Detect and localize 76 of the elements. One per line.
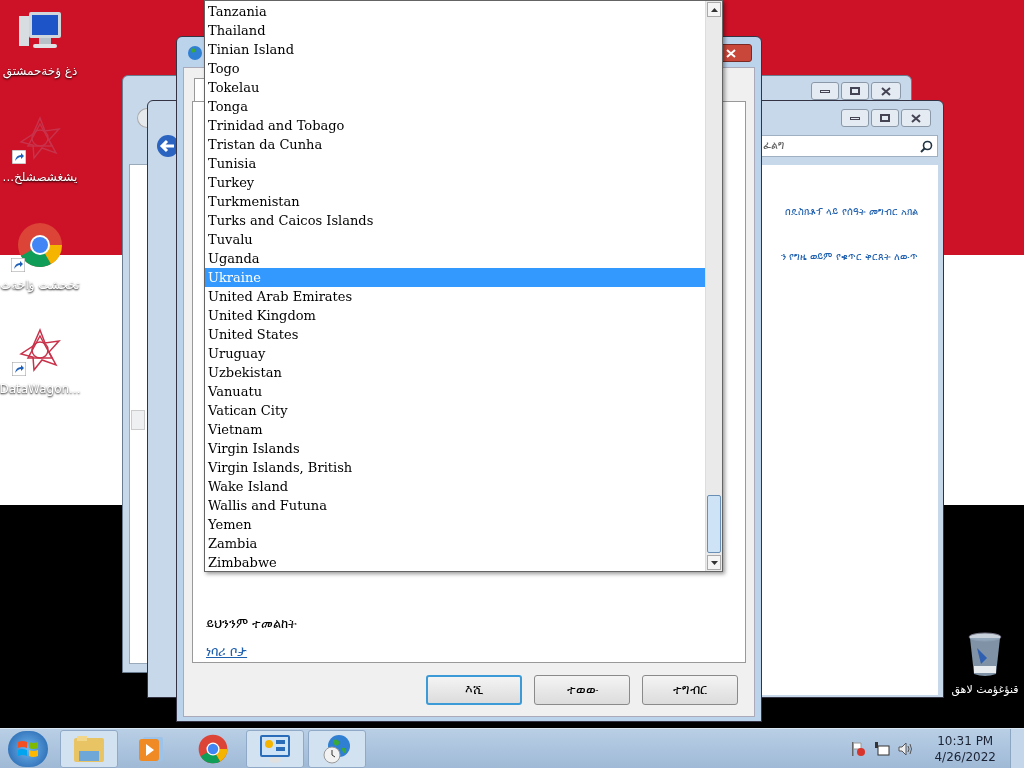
recycle-bin-icon	[967, 632, 1003, 678]
country-option[interactable]: Turkmenistan	[205, 192, 705, 211]
country-option[interactable]: Trinidad and Tobago	[205, 116, 705, 135]
clock-date[interactable]: 4/26/2022	[934, 748, 996, 765]
start-button[interactable]	[8, 730, 48, 767]
star-logo-icon	[18, 116, 62, 160]
close-icon	[911, 113, 921, 123]
country-option[interactable]: Turkey	[205, 173, 705, 192]
default-location-link[interactable]: ነባሪ ቦታ	[206, 642, 248, 662]
play-icon	[137, 734, 165, 763]
country-option[interactable]: United Kingdom	[205, 306, 705, 325]
country-option[interactable]: Wake Island	[205, 477, 705, 496]
country-option[interactable]: Uruguay	[205, 344, 705, 363]
country-option[interactable]: Tokelau	[205, 78, 705, 97]
desktop-icon-label[interactable]: ...يشغشصشلخ	[2, 168, 78, 186]
country-option[interactable]: Vanuatu	[205, 382, 705, 401]
minimize-button[interactable]	[841, 109, 869, 127]
desktop-icon-label[interactable]: DataWagon...	[0, 380, 81, 398]
country-option[interactable]: Yemen	[205, 515, 705, 534]
scrollbar-thumb[interactable]	[707, 495, 721, 553]
desktop-icon-label[interactable]: تخحشت ؤاخةث	[0, 276, 80, 294]
maximize-button[interactable]	[871, 109, 899, 127]
globe-clock-icon	[322, 733, 352, 764]
field[interactable]	[131, 410, 145, 430]
task-link[interactable]: ን የግዜ ወይም የቁጥር ቅርጸት ለውጥ	[781, 249, 918, 264]
chrome-icon	[198, 733, 228, 764]
network-icon	[874, 740, 891, 757]
clock-time[interactable]: 10:31 PM	[937, 732, 994, 749]
see-also-heading: ይህንንም ተመልከት	[206, 615, 298, 633]
country-option[interactable]: Tonga	[205, 97, 705, 116]
windows-logo-icon	[17, 738, 39, 759]
close-icon	[726, 48, 736, 58]
taskbar-button[interactable]	[308, 729, 366, 768]
country-option[interactable]: Turks and Caicos Islands	[205, 211, 705, 230]
dialog-button[interactable]: እሺ	[426, 675, 522, 705]
country-option[interactable]: Virgin Islands	[205, 439, 705, 458]
globe-icon	[187, 45, 203, 61]
minimize-button[interactable]	[811, 82, 839, 100]
down-arrow-icon	[710, 560, 718, 565]
flag-icon	[850, 740, 867, 757]
country-option[interactable]: Vietnam	[205, 420, 705, 439]
close-button[interactable]	[901, 109, 931, 127]
country-option[interactable]: Tinian Island	[205, 40, 705, 59]
speaker-icon	[898, 740, 915, 757]
folder-icon	[73, 734, 105, 763]
country-option[interactable]: Zambia	[205, 534, 705, 553]
country-option[interactable]: United Arab Emirates	[205, 287, 705, 306]
search-placeholder: ፈልግ	[763, 137, 784, 154]
maximize-button[interactable]	[841, 82, 869, 100]
dialog-button[interactable]: ተወው	[534, 675, 630, 705]
scrollbar[interactable]	[705, 1, 722, 571]
country-option[interactable]: Tuvalu	[205, 230, 705, 249]
country-option[interactable]: Togo	[205, 59, 705, 78]
country-option[interactable]: Thailand	[205, 21, 705, 40]
close-button[interactable]	[871, 82, 901, 100]
country-option[interactable]: Tanzania	[205, 2, 705, 21]
country-option[interactable]: Vatican City	[205, 401, 705, 420]
country-option[interactable]: United States	[205, 325, 705, 344]
desktop-icon-label[interactable]: قنؤغؤمث لاهق	[951, 682, 1019, 699]
desktop-icon-label[interactable]: ذغ ؤخةحمشتق	[2, 62, 78, 80]
search-icon	[920, 139, 933, 153]
task-link[interactable]: በዴስክቶፕ ላይ የሰዓት መግብር አክል	[785, 204, 918, 219]
close-icon	[881, 86, 891, 96]
taskbar-button[interactable]	[246, 729, 304, 768]
star-logo-icon	[18, 328, 62, 372]
country-option[interactable]: Tunisia	[205, 154, 705, 173]
country-option[interactable]: Uganda	[205, 249, 705, 268]
country-option[interactable]: Virgin Islands, British	[205, 458, 705, 477]
country-option[interactable]: Wallis and Futuna	[205, 496, 705, 515]
country-option[interactable]: Uzbekistan	[205, 363, 705, 382]
country-option[interactable]: Tristan da Cunha	[205, 135, 705, 154]
up-arrow-icon	[710, 7, 718, 12]
chrome-icon	[17, 222, 63, 268]
control-panel-icon	[259, 733, 291, 764]
dialog-button[interactable]: ተግብር	[642, 675, 738, 705]
country-option[interactable]: Zimbabwe	[205, 553, 705, 572]
